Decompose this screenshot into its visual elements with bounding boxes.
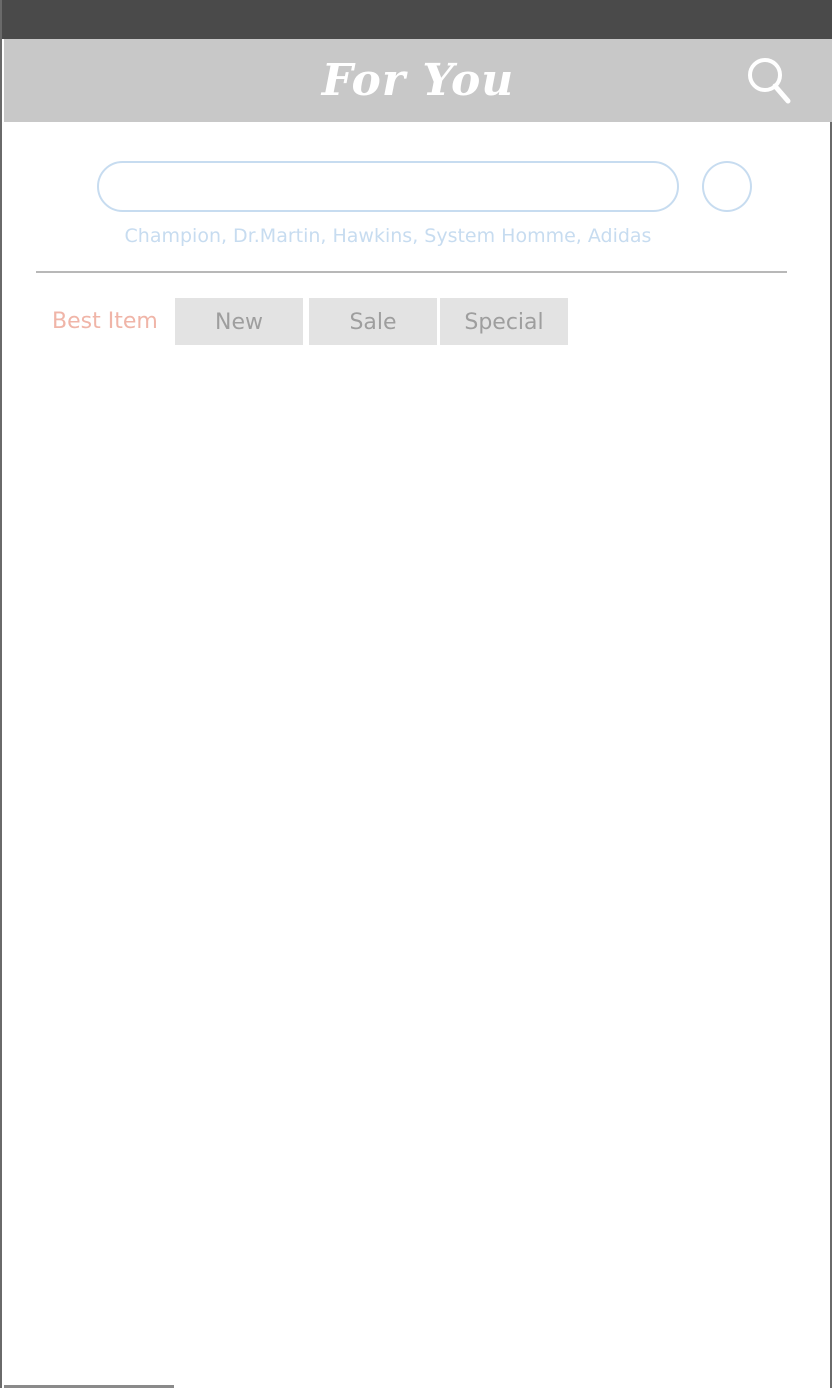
divider xyxy=(36,271,787,273)
tab-sale[interactable]: Sale xyxy=(309,298,437,345)
tab-special[interactable]: Special xyxy=(440,298,568,345)
tab-best-item[interactable]: Best Item xyxy=(52,298,158,345)
status-bar xyxy=(2,0,832,39)
search-input[interactable] xyxy=(97,161,679,212)
app-frame: For You Champion, Dr.Martin, Hawkins, Sy… xyxy=(0,0,832,1388)
header-bar: For You xyxy=(4,39,832,122)
brand-suggestions: Champion, Dr.Martin, Hawkins, System Hom… xyxy=(124,225,652,247)
search-icon-graphic xyxy=(748,58,791,104)
search-icon[interactable] xyxy=(744,55,794,107)
search-submit-button[interactable] xyxy=(702,161,752,212)
page-title: For You xyxy=(321,55,515,106)
tab-new[interactable]: New xyxy=(175,298,303,345)
